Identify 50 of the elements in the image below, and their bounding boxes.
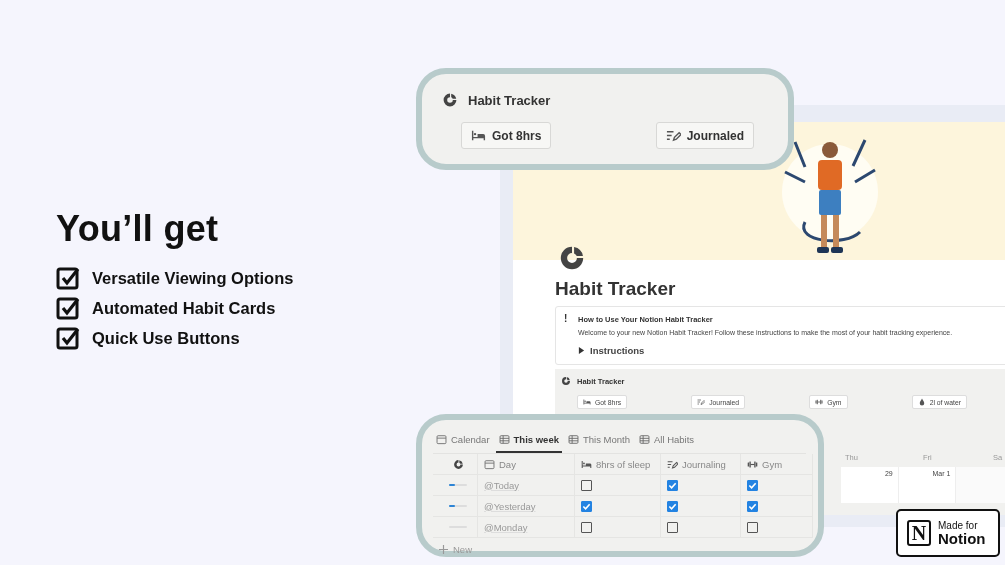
dumbbell-icon: [815, 398, 824, 406]
badge-caption: Made for: [938, 520, 979, 531]
column-header: Journaling: [661, 454, 741, 475]
checkbox[interactable]: [581, 500, 592, 512]
checkbox[interactable]: [581, 479, 592, 491]
view-tab[interactable]: All Habits: [636, 431, 698, 453]
bed-icon: [471, 128, 486, 143]
page-title: Habit Tracker: [555, 278, 677, 300]
checkbox[interactable]: [667, 521, 678, 533]
feature-label: Versatile Viewing Options: [92, 268, 294, 288]
view-tab[interactable]: Calendar: [433, 431, 493, 453]
column-header: Gym: [741, 454, 813, 475]
calendar-icon: [436, 434, 447, 445]
column-header: Day: [478, 454, 575, 475]
notion-logo: N: [907, 520, 931, 546]
feature-label: Quick Use Buttons: [92, 328, 240, 348]
checkbox[interactable]: [747, 500, 758, 512]
pie-chart-icon: [442, 92, 458, 108]
checkbox[interactable]: [581, 521, 592, 533]
toggle-label[interactable]: Instructions: [590, 345, 645, 356]
table-icon: [639, 434, 650, 445]
promo-heading: You’ll get: [56, 208, 220, 250]
checkbox[interactable]: [747, 521, 758, 533]
card-title: Habit Tracker: [468, 92, 551, 108]
pie-chart-icon: [452, 458, 464, 470]
table-icon: [568, 434, 579, 445]
pencil-lines-icon: [697, 398, 706, 406]
calendar-icon: [484, 458, 495, 470]
pie-chart-icon: [558, 244, 586, 272]
drop-icon: [917, 398, 926, 406]
habit-button[interactable]: Journaled: [655, 122, 754, 149]
view-tab[interactable]: This week: [495, 431, 562, 453]
checkbox[interactable]: [667, 479, 678, 491]
bed-icon: [583, 398, 591, 406]
checkbox[interactable]: [667, 500, 678, 512]
pencil-lines-icon: [667, 458, 678, 470]
toggle-arrow-icon[interactable]: [578, 347, 585, 354]
plus-icon[interactable]: [439, 545, 448, 554]
habit-button[interactable]: Got 8hrs: [461, 122, 552, 149]
badge-title: Notion: [938, 530, 986, 546]
table-icon: [498, 434, 510, 445]
checkbox[interactable]: [747, 479, 758, 491]
pencil-lines-icon: [665, 128, 681, 143]
dumbbell-icon: [747, 458, 758, 470]
exclamation-mark: !: [564, 313, 569, 326]
view-tab[interactable]: This Month: [565, 431, 633, 453]
bed-icon: [581, 458, 592, 470]
feature-label: Automated Habit Cards: [92, 298, 276, 318]
column-header: 8hrs of sleep: [575, 454, 661, 475]
pie-chart-icon: [561, 376, 571, 386]
